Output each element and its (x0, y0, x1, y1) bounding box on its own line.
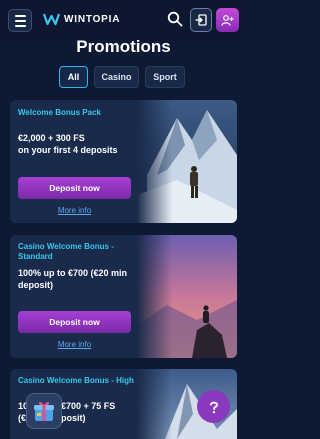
menu-button[interactable] (8, 9, 32, 32)
more-info-link[interactable]: More info (18, 340, 131, 349)
top-header: WINTOPIA (0, 0, 247, 40)
more-info-link[interactable]: More info (18, 206, 131, 215)
promo-headline: €2,000 + 300 FS on your first 4 deposits (18, 133, 118, 155)
logo-text: WINTOPIA (64, 13, 121, 25)
promo-headline: 100% up to €700 (€20 min deposit) (18, 268, 128, 290)
promo-card-casino-standard: Casino Welcome Bonus - Standard 100% up … (10, 235, 237, 358)
logo[interactable]: WINTOPIA (43, 12, 120, 26)
promo-tabs: All Casino Sport (59, 66, 185, 88)
gift-widget-button[interactable] (26, 393, 62, 429)
deposit-now-button[interactable]: Deposit now (18, 177, 131, 199)
deposit-now-button[interactable]: Deposit now (18, 311, 131, 333)
gift-icon (34, 401, 54, 421)
login-icon (195, 14, 207, 26)
login-button[interactable] (190, 8, 212, 32)
promo-label: Casino Welcome Bonus - Standard (18, 242, 114, 261)
add-user-icon (221, 14, 234, 26)
chat-support-button[interactable] (197, 390, 230, 423)
promo-card-welcome-pack: Welcome Bonus Pack €2,000 + 300 FS on yo… (10, 100, 237, 223)
signup-button[interactable] (216, 8, 239, 32)
tab-casino[interactable]: Casino (94, 66, 139, 88)
page-title: Promotions (76, 37, 171, 56)
tab-sport[interactable]: Sport (145, 66, 185, 88)
wintopia-logo-icon (43, 13, 60, 26)
search-icon[interactable] (167, 11, 183, 27)
tab-all[interactable]: All (59, 66, 88, 88)
promo-image-cliff-hiker (137, 235, 237, 358)
question-chat-icon (209, 401, 218, 413)
promo-image-mountain-hiker (137, 100, 237, 223)
promo-label: Welcome Bonus Pack (18, 108, 101, 117)
promo-label: Casino Welcome Bonus - High (18, 376, 134, 385)
hamburger-icon (14, 14, 26, 17)
